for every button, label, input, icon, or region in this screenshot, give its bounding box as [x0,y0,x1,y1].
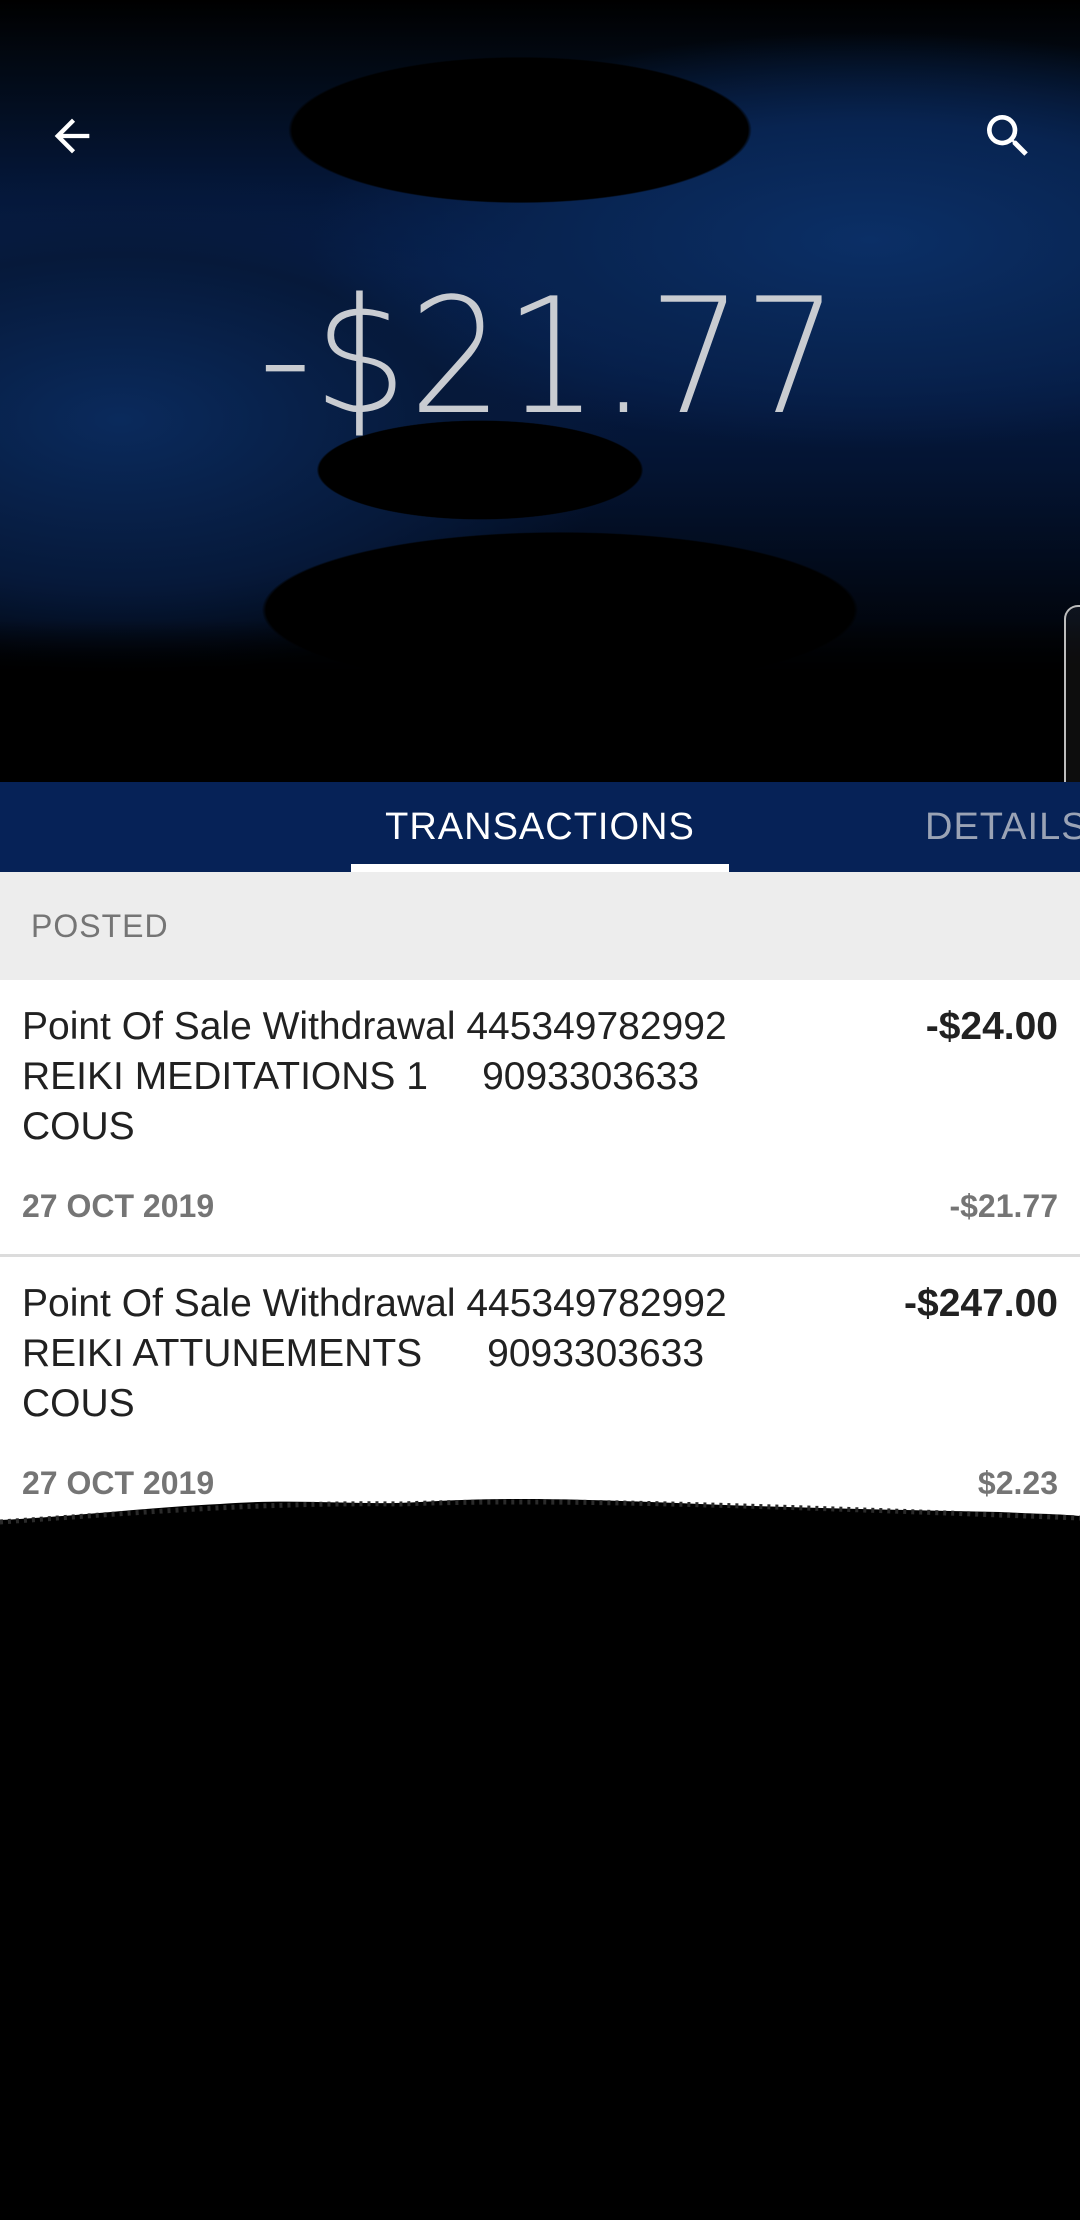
running-balance: -$21.77 [949,1188,1058,1224]
transaction-description: Point Of Sale Withdrawal 445349782992 RE… [22,1282,738,1425]
section-header: POSTED [0,872,1080,980]
search-button[interactable] [960,88,1056,184]
tab-bar: TRANSACTIONS DETAILS [0,782,1080,872]
section-header-label: POSTED [31,908,169,944]
account-header-background: -$21.77 [0,0,1080,780]
brush-edge [0,1498,1080,1580]
arrow-left-icon [54,118,90,154]
search-icon [987,115,1028,156]
header-shadow [0,620,1080,780]
transaction-amount: -$24.00 [925,1005,1058,1048]
selected-tab-indicator [351,864,729,872]
transaction-date: 27 OCT 2019 [22,1188,215,1224]
account-transactions-screen: -$21.77 TRANSACTIONS DETAILS POSTED Poin… [0,0,1080,2220]
tab-transactions[interactable]: TRANSACTIONS [351,782,729,872]
account-balance: -$21.77 [258,263,840,450]
transaction-description: Point Of Sale Withdrawal 445349782992 RE… [22,1005,738,1148]
obscured-region [0,1560,1080,2220]
back-button[interactable] [24,88,120,184]
tab-details[interactable]: DETAILS [925,782,1080,872]
transaction-amount: -$247.00 [904,1282,1058,1325]
transaction-row[interactable]: Point Of Sale Withdrawal 445349782992 RE… [0,980,1080,1257]
